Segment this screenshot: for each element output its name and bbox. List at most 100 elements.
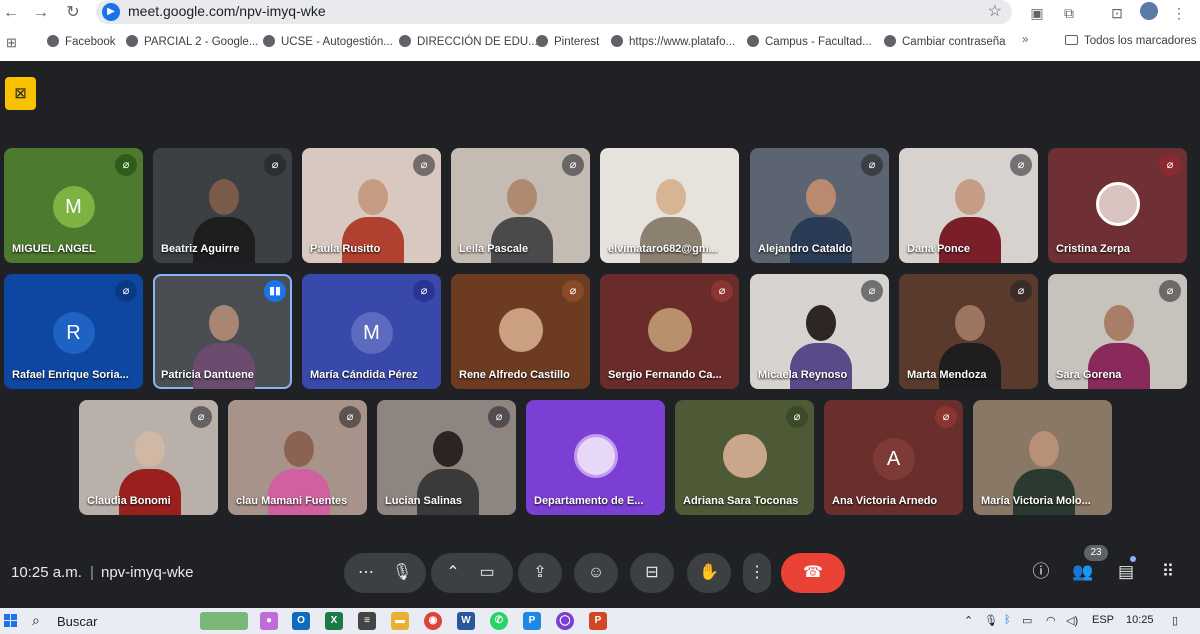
windows-start-icon[interactable] [4,614,18,628]
mic-off-icon: ⌀ [190,406,212,428]
people-icon[interactable]: 👥 [1070,559,1096,585]
microphone-tray-icon[interactable]: 🎙 [984,614,998,627]
mic-off-icon: ⌀ [413,280,435,302]
mic-off-icon: ⌀ [711,280,733,302]
chrome-icon[interactable]: ◉ [424,612,442,630]
chat-icon[interactable]: ▤ [1113,559,1139,585]
participant-tile[interactable]: ⌀ Claudia Bonomi [79,400,218,515]
participant-tile[interactable]: ⌀ Marta Mendoza [899,274,1038,389]
participant-name: clau Mamani Fuentes [236,495,348,507]
participant-name: Sara Gorena [1056,369,1122,381]
participant-name: Departamento de E... [534,495,644,507]
word-icon[interactable]: W [457,612,475,630]
avatar: M [52,186,95,228]
meeting-code: npv-imyq-wke [101,564,194,581]
taskbar-clock[interactable]: 10:25 [1126,614,1154,626]
separator: | [90,564,94,581]
notifications-icon[interactable]: ▯ [1172,614,1178,627]
mic-off-icon: ⌀ [115,280,137,302]
participant-tile[interactable]: ⌀ Micaela Reynoso [750,274,889,389]
powerpoint-icon[interactable]: P [589,612,607,630]
participant-tile[interactable]: R ⌀ Rafael Enrique Soria... [4,274,143,389]
chat-notification-dot [1130,556,1136,562]
participant-tile[interactable]: ⌀ Beatriz Aguirre [153,148,292,263]
participant-name: Patricia Dantuene [161,369,254,381]
participant-name: Dana Ponce [907,243,970,255]
volume-icon[interactable]: ◁) [1066,614,1078,627]
participant-tile[interactable]: elvimataro682@gm... [600,148,739,263]
participant-tile[interactable]: M ⌀ MIGUEL ANGEL [4,148,143,263]
present-screen-icon[interactable]: ⇪ [518,553,562,593]
app-icon[interactable]: ≡ [358,612,376,630]
participant-tile[interactable]: ⌀ Cristina Zerpa [1048,148,1187,263]
participant-tile[interactable]: ⌀ clau Mamani Fuentes [228,400,367,515]
bluetooth-icon[interactable]: ᛒ [1004,614,1011,626]
participant-name: Alejandro Cataldo [758,243,853,255]
mic-off-icon: ⌀ [786,406,808,428]
taskbar-search[interactable]: ⌕ Buscar [24,609,192,633]
meeting-clock: 10:25 a.m. [11,564,82,581]
emoji-icon[interactable]: ☺ [574,553,618,593]
wifi-icon[interactable]: ◠ [1046,614,1056,627]
participant-tile[interactable]: ⌀ Lucian Salinas [377,400,516,515]
file-explorer-icon[interactable]: ▬ [391,612,409,630]
participant-tile[interactable]: ⌀ Alejandro Cataldo [750,148,889,263]
mic-off-icon: ⌀ [562,280,584,302]
app-purple-icon[interactable]: ◯ [556,612,574,630]
participant-tile[interactable]: María Victoria Molo... [973,400,1112,515]
mic-off-icon: ⌀ [935,406,957,428]
participant-tile[interactable]: ⌀ Adriana Sara Toconas [675,400,814,515]
end-call-icon[interactable]: ☎ [781,553,845,593]
whatsapp-icon[interactable]: ✆ [490,612,508,630]
avatar [573,434,618,478]
excel-icon[interactable]: X [325,612,343,630]
mic-off-icon: ⌀ [562,154,584,176]
weather-widget-icon[interactable] [200,612,248,630]
participant-name: Rafael Enrique Soria... [12,369,129,381]
participant-tile[interactable]: ⌀ Paula Rusitto [302,148,441,263]
participant-tile[interactable]: M ⌀ María Cándida Pérez [302,274,441,389]
app-blue-icon[interactable]: P [523,612,541,630]
participant-tile[interactable]: ⌀ Rene Alfredo Castillo [451,274,590,389]
participant-name: María Victoria Molo... [981,495,1091,507]
people-count-badge: 23 [1084,545,1108,561]
participant-tile[interactable]: ⌀ Sergio Fernando Ca... [600,274,739,389]
battery-icon[interactable]: ▭ [1022,614,1032,627]
avatar [647,308,692,352]
microphone-icon[interactable]: 🎙 [380,553,424,593]
mic-off-icon: ⌀ [413,154,435,176]
tray-expand-icon[interactable]: ⌃ [964,614,973,627]
language-indicator[interactable]: ESP [1092,614,1114,626]
activities-icon[interactable]: ⠿ [1155,559,1181,585]
participant-name: Cristina Zerpa [1056,243,1130,255]
speaking-indicator-icon: ▮▮ [264,280,286,302]
mic-off-icon: ⌀ [1010,154,1032,176]
avatar: M [350,312,393,354]
outlook-icon[interactable]: O [292,612,310,630]
participant-name: Claudia Bonomi [87,495,171,507]
mic-off-icon: ⌀ [339,406,361,428]
participant-name: Rene Alfredo Castillo [459,369,570,381]
participant-name: Beatriz Aguirre [161,243,240,255]
avatar [722,434,767,478]
participant-tile[interactable]: Departamento de E... [526,400,665,515]
participant-tile[interactable]: ⌀ Dana Ponce [899,148,1038,263]
meeting-info-icon[interactable]: ⓘ [1028,559,1054,585]
mic-off-icon: ⌀ [861,280,883,302]
more-options-icon[interactable]: ⋮ [743,553,771,593]
copilot-icon[interactable]: ● [260,612,278,630]
participant-name: MIGUEL ANGEL [12,243,96,255]
participant-tile-speaking[interactable]: ▮▮ Patricia Dantuene [153,274,292,389]
mic-off-icon: ⌀ [1159,154,1181,176]
participant-tile[interactable]: ⌀ Sara Gorena [1048,274,1187,389]
search-icon: ⌕ [32,612,40,628]
camera-icon[interactable]: ▭ [465,553,509,593]
participant-name: Sergio Fernando Ca... [608,369,722,381]
participant-tile[interactable]: ⌀ Leila Pascale [451,148,590,263]
raise-hand-icon[interactable]: ✋ [687,553,731,593]
mic-off-icon: ⌀ [1159,280,1181,302]
captions-icon[interactable]: ⊟ [630,553,674,593]
participant-tile[interactable]: A ⌀ Ana Victoria Arnedo [824,400,963,515]
participant-name: Adriana Sara Toconas [683,495,799,507]
mic-off-icon: ⌀ [115,154,137,176]
